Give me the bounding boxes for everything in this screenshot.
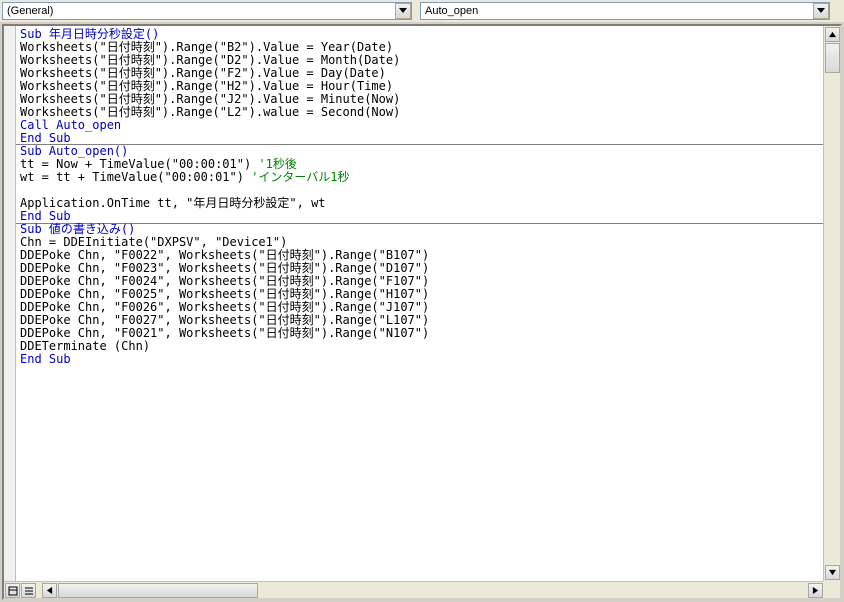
code-keyword: Sub Auto_open() bbox=[20, 144, 128, 158]
code-keyword: End Sub bbox=[20, 352, 71, 366]
code-line: Worksheets("日付時刻").Range("L2").walue = S… bbox=[20, 105, 400, 119]
code-text[interactable]: Sub 年月日時分秒設定() Worksheets("日付時刻").Range(… bbox=[16, 26, 823, 581]
object-combo-text: (General) bbox=[3, 5, 395, 17]
code-line: Chn = DDEInitiate("DXPSV", "Device1") bbox=[20, 235, 287, 249]
procedure-combo-text: Auto_open bbox=[421, 5, 813, 17]
code-line: Worksheets("日付時刻").Range("D2").Value = M… bbox=[20, 53, 400, 67]
scroll-left-button[interactable] bbox=[42, 583, 57, 598]
horizontal-scrollbar[interactable] bbox=[4, 581, 823, 598]
code-line: wt = tt + TimeValue("00:00:01") bbox=[20, 170, 251, 184]
code-line: DDEPoke Chn, "F0025", Worksheets("日付時刻")… bbox=[20, 287, 429, 301]
code-line: DDEPoke Chn, "F0022", Worksheets("日付時刻")… bbox=[20, 248, 429, 262]
horizontal-scroll-track[interactable] bbox=[42, 583, 823, 598]
code-keyword: End Sub bbox=[20, 209, 71, 223]
code-comment: '1秒後 bbox=[258, 157, 296, 171]
code-comment: 'インターバル1秒 bbox=[251, 170, 349, 184]
code-line: DDEPoke Chn, "F0026", Worksheets("日付時刻")… bbox=[20, 300, 429, 314]
size-grip[interactable] bbox=[823, 581, 840, 598]
scroll-up-button[interactable] bbox=[825, 27, 840, 42]
code-line: DDEPoke Chn, "F0027", Worksheets("日付時刻")… bbox=[20, 313, 429, 327]
procedure-view-button[interactable] bbox=[21, 583, 36, 598]
code-keyword: Sub 年月日時分秒設定() bbox=[20, 27, 159, 41]
full-module-view-button[interactable] bbox=[5, 583, 20, 598]
code-line: Worksheets("日付時刻").Range("H2").Value = H… bbox=[20, 79, 393, 93]
scroll-down-button[interactable] bbox=[825, 565, 840, 580]
object-combobox[interactable]: (General) bbox=[2, 2, 412, 20]
code-keyword: End Sub bbox=[20, 131, 71, 145]
code-line: Application.OnTime tt, "年月日時分秒設定", wt bbox=[20, 196, 326, 210]
code-keyword: Call Auto_open bbox=[20, 118, 121, 132]
code-pane-toolbar: (General) Auto_open bbox=[0, 0, 844, 22]
object-combo-dropdown[interactable] bbox=[395, 3, 411, 19]
code-line: DDEPoke Chn, "F0021", Worksheets("日付時刻")… bbox=[20, 326, 429, 340]
vertical-scrollbar[interactable] bbox=[823, 26, 840, 581]
horizontal-scroll-thumb[interactable] bbox=[58, 583, 258, 598]
code-line: Worksheets("日付時刻").Range("B2").Value = Y… bbox=[20, 40, 393, 54]
code-keyword: Sub 値の書き込み() bbox=[20, 222, 135, 236]
code-line: tt = Now + TimeValue("00:00:01") bbox=[20, 157, 258, 171]
vertical-scroll-thumb[interactable] bbox=[825, 43, 840, 73]
procedure-combo-dropdown[interactable] bbox=[813, 3, 829, 19]
procedure-combobox[interactable]: Auto_open bbox=[420, 2, 830, 20]
code-editor-body[interactable]: Sub 年月日時分秒設定() Worksheets("日付時刻").Range(… bbox=[4, 26, 823, 581]
code-line: DDEPoke Chn, "F0023", Worksheets("日付時刻")… bbox=[20, 261, 429, 275]
code-line: Worksheets("日付時刻").Range("F2").Value = D… bbox=[20, 66, 386, 80]
margin-indicator-bar bbox=[4, 26, 16, 581]
scroll-right-button[interactable] bbox=[808, 583, 823, 598]
code-line: DDETerminate (Chn) bbox=[20, 339, 150, 353]
code-line: Worksheets("日付時刻").Range("J2").Value = M… bbox=[20, 92, 400, 106]
code-line: DDEPoke Chn, "F0024", Worksheets("日付時刻")… bbox=[20, 274, 429, 288]
code-editor: Sub 年月日時分秒設定() Worksheets("日付時刻").Range(… bbox=[2, 24, 842, 600]
